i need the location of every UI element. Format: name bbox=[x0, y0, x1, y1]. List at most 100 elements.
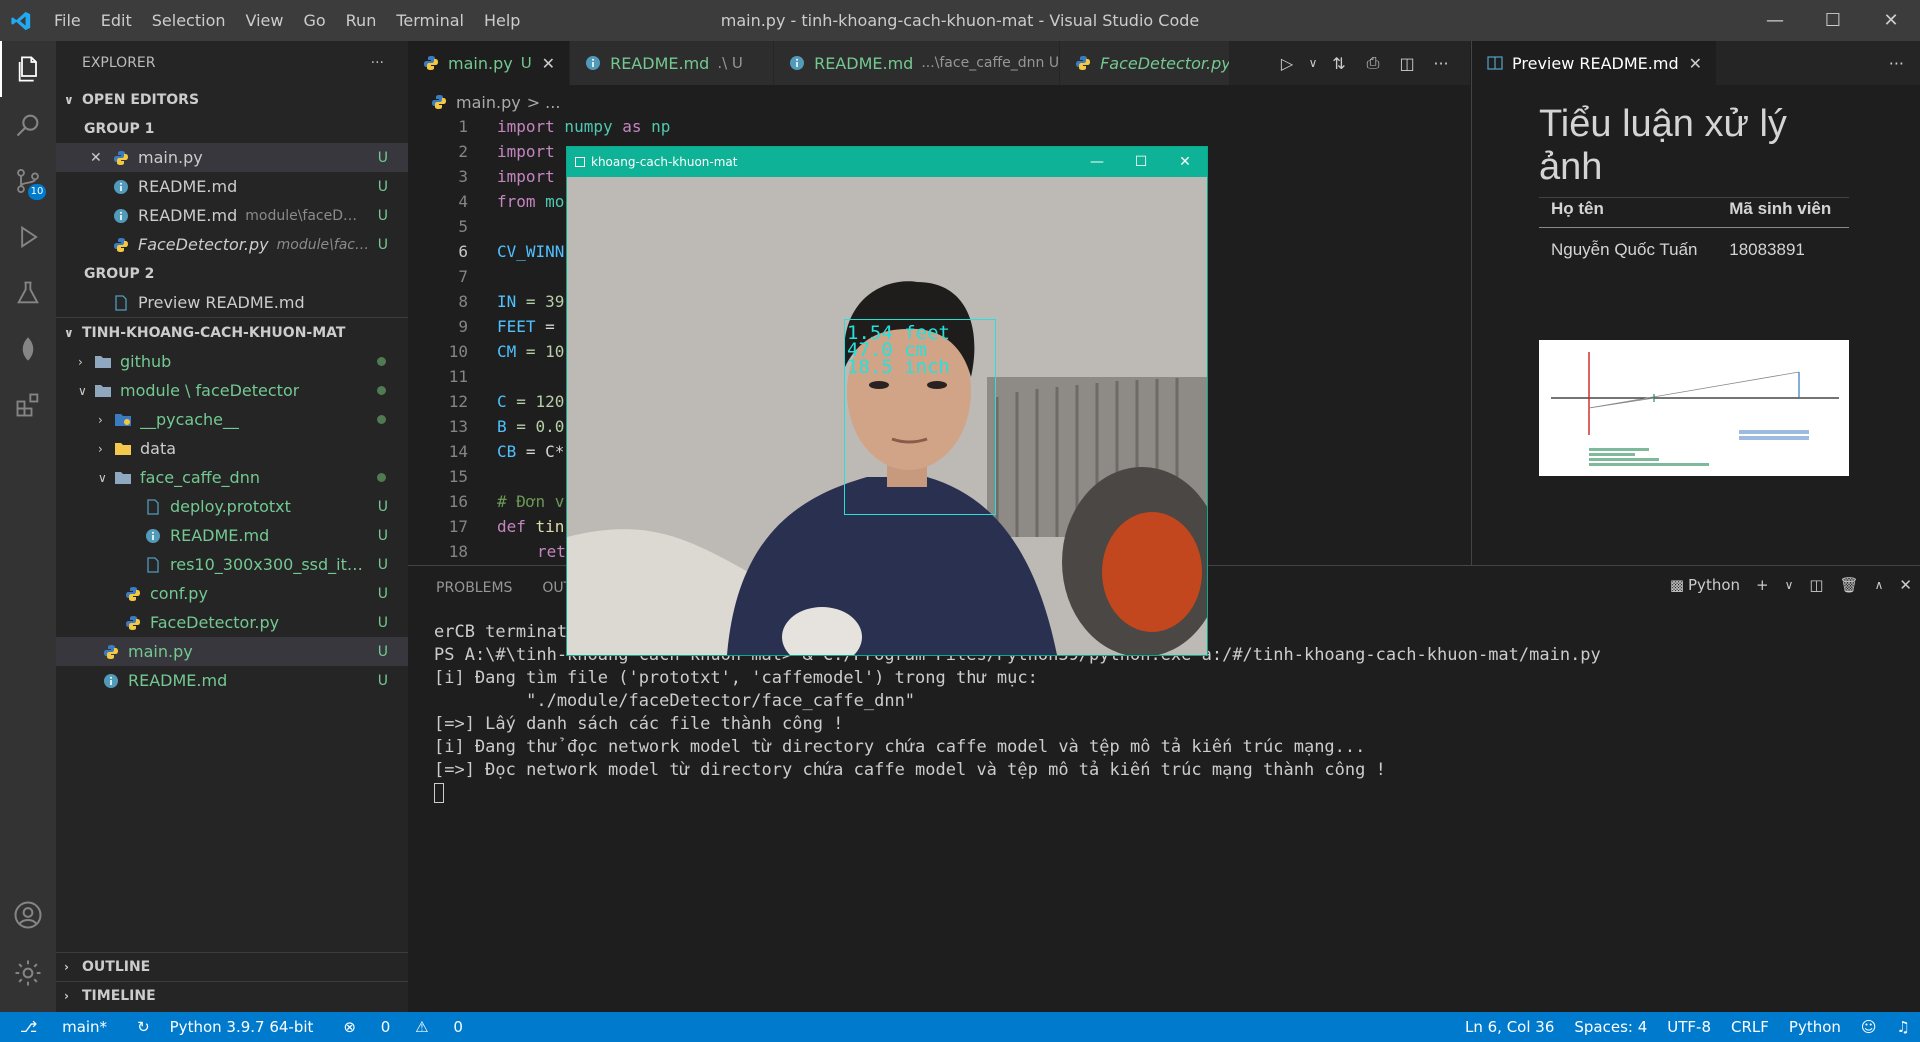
feedback-icon[interactable]: ☺ bbox=[1851, 1018, 1887, 1036]
new-terminal-icon[interactable]: + bbox=[1756, 576, 1769, 594]
tab-readme-dnn[interactable]: README.md ...\face_caffe_dnn U bbox=[774, 41, 1061, 85]
menu-terminal[interactable]: Terminal bbox=[386, 11, 474, 30]
close-window-button[interactable]: ✕ bbox=[1862, 0, 1920, 41]
python-file-icon bbox=[112, 149, 130, 167]
tree-file-deploy-prototxt[interactable]: deploy.prototxt U bbox=[56, 492, 408, 521]
close-icon[interactable]: ✕ bbox=[1689, 54, 1702, 73]
menu-go[interactable]: Go bbox=[293, 11, 335, 30]
line-number: 9 bbox=[458, 317, 468, 336]
language-mode[interactable]: Python bbox=[1779, 1018, 1851, 1036]
open-editor-preview[interactable]: Preview README.md bbox=[56, 288, 408, 317]
minimize-button[interactable]: — bbox=[1075, 147, 1119, 177]
extensions-icon[interactable] bbox=[0, 377, 56, 433]
terminal-icon: ▩ bbox=[1669, 576, 1685, 594]
tab-facedetector[interactable]: FaceDetector.py U bbox=[1060, 41, 1231, 85]
chevron-down-icon[interactable]: ∨ bbox=[1785, 578, 1794, 592]
settings-gear-icon[interactable] bbox=[0, 945, 56, 1001]
open-editor-facedetector[interactable]: FaceDetector.py module\face... U bbox=[56, 230, 408, 259]
opencv-window[interactable]: khoang-cach-khuon-mat — ☐ ✕ 1.54 feet 47… bbox=[566, 146, 1208, 656]
menu-file[interactable]: File bbox=[44, 11, 91, 30]
tree-folder-pycache[interactable]: › __pycache__ bbox=[56, 405, 408, 434]
project-section[interactable]: ∨ TINH-KHOANG-CACH-KHUON-MAT bbox=[56, 318, 408, 347]
branch-status[interactable]: ⎇ main* bbox=[0, 1018, 127, 1036]
open-editor-readme-module[interactable]: README.md module\faceDet... U bbox=[56, 201, 408, 230]
line-number: 16 bbox=[448, 492, 468, 511]
menu-selection[interactable]: Selection bbox=[142, 11, 236, 30]
close-window-button[interactable]: ✕ bbox=[1163, 147, 1207, 177]
python-file-icon bbox=[102, 643, 120, 661]
more-actions-icon[interactable]: ··· bbox=[371, 55, 384, 71]
end-of-line[interactable]: CRLF bbox=[1721, 1018, 1779, 1036]
warning-count: 0 bbox=[453, 1018, 463, 1036]
python-interpreter[interactable]: Python 3.9.7 64-bit bbox=[160, 1018, 324, 1036]
tree-file-conf-py[interactable]: conf.py U bbox=[56, 579, 408, 608]
run-icon[interactable]: ▷ bbox=[1270, 54, 1304, 73]
open-editors-label: OPEN EDITORS bbox=[82, 91, 200, 108]
untracked-badge: U bbox=[377, 236, 388, 253]
code-line: import bbox=[497, 167, 555, 186]
trash-icon[interactable]: 🗑 bbox=[1840, 576, 1859, 594]
split-editor-icon[interactable]: ◫ bbox=[1390, 54, 1424, 73]
tree-folder-module[interactable]: ∨ module \ faceDetector bbox=[56, 376, 408, 405]
close-icon[interactable]: ✕ bbox=[90, 150, 112, 166]
chevron-down-icon: ∨ bbox=[78, 383, 87, 398]
activity-bar: 10 bbox=[0, 41, 56, 1012]
tree-file-caffemodel[interactable]: res10_300x300_ssd_iter_... U bbox=[56, 550, 408, 579]
tab-readme[interactable]: README.md .\ U bbox=[570, 41, 775, 85]
minimize-button[interactable]: — bbox=[1746, 0, 1804, 41]
source-control-icon[interactable]: 10 bbox=[0, 153, 56, 209]
open-preview-icon[interactable]: ⎙ bbox=[1356, 53, 1390, 73]
encoding[interactable]: UTF-8 bbox=[1657, 1018, 1721, 1036]
accounts-icon[interactable] bbox=[0, 887, 56, 943]
leaf-extension-icon[interactable] bbox=[0, 321, 56, 377]
more-actions-icon[interactable]: ··· bbox=[1889, 54, 1904, 73]
menu-run[interactable]: Run bbox=[336, 11, 387, 30]
terminal-shell-label[interactable]: Python bbox=[1688, 576, 1740, 594]
tree-label: conf.py bbox=[150, 584, 208, 603]
menu-edit[interactable]: Edit bbox=[91, 11, 142, 30]
explorer-icon[interactable] bbox=[0, 41, 56, 97]
close-panel-icon[interactable]: ✕ bbox=[1899, 576, 1912, 594]
menu-view[interactable]: View bbox=[236, 11, 294, 30]
tree-file-readme-dnn[interactable]: README.md U bbox=[56, 521, 408, 550]
opencv-titlebar[interactable]: khoang-cach-khuon-mat — ☐ ✕ bbox=[567, 147, 1207, 177]
run-debug-icon[interactable] bbox=[0, 209, 56, 265]
tree-folder-face-caffe-dnn[interactable]: ∨ face_caffe_dnn bbox=[56, 463, 408, 492]
split-terminal-icon[interactable]: ◫ bbox=[1809, 576, 1823, 594]
explorer-title: EXPLORER bbox=[82, 55, 156, 71]
tree-folder-github[interactable]: › github bbox=[56, 347, 408, 376]
more-actions-icon[interactable]: ··· bbox=[1424, 54, 1458, 73]
status-bar: ⎇ main* ↻ Python 3.9.7 64-bit ⊗ 0 ⚠ 0 Ln… bbox=[0, 1012, 1920, 1042]
indentation[interactable]: Spaces: 4 bbox=[1564, 1018, 1657, 1036]
tab-preview-readme[interactable]: Preview README.md ✕ bbox=[1472, 41, 1717, 85]
menu-help[interactable]: Help bbox=[474, 11, 530, 30]
compare-changes-icon[interactable]: ⇅ bbox=[1322, 54, 1356, 73]
outline-section[interactable]: › OUTLINE bbox=[56, 952, 408, 981]
tree-file-readme-root[interactable]: README.md U bbox=[56, 666, 408, 695]
breadcrumb-file[interactable]: main.py bbox=[456, 93, 521, 112]
open-editors-section[interactable]: ∨ OPEN EDITORS bbox=[56, 85, 408, 114]
line-number: 10 bbox=[448, 342, 468, 361]
close-icon[interactable]: ✕ bbox=[542, 54, 555, 73]
search-icon[interactable] bbox=[0, 97, 56, 153]
maximize-panel-icon[interactable]: ∧ bbox=[1875, 578, 1884, 592]
open-editor-main-py[interactable]: ✕ main.py U bbox=[56, 143, 408, 172]
cursor-position[interactable]: Ln 6, Col 36 bbox=[1455, 1018, 1564, 1036]
maximize-button[interactable]: ☐ bbox=[1804, 0, 1862, 41]
untracked-badge: U bbox=[377, 585, 388, 602]
tab-problems[interactable]: PROBLEMS bbox=[436, 580, 512, 596]
tree-file-main-py[interactable]: main.py U bbox=[56, 637, 408, 666]
timeline-section[interactable]: › TIMELINE bbox=[56, 981, 408, 1010]
tab-main-py[interactable]: main.py U ✕ bbox=[408, 41, 571, 85]
maximize-button[interactable]: ☐ bbox=[1119, 147, 1163, 177]
tree-file-facedetector-py[interactable]: FaceDetector.py U bbox=[56, 608, 408, 637]
problems-status[interactable]: ⊗ 0 ⚠ 0 bbox=[323, 1018, 482, 1036]
notifications-bell-icon[interactable]: ♫ bbox=[1887, 1018, 1920, 1036]
sync-icon[interactable]: ↻ bbox=[127, 1018, 160, 1036]
tab-label: README.md bbox=[610, 53, 710, 73]
testing-icon[interactable] bbox=[0, 265, 56, 321]
open-editor-readme[interactable]: README.md U bbox=[56, 172, 408, 201]
breadcrumb-rest[interactable]: > ... bbox=[527, 93, 561, 112]
chevron-down-icon[interactable]: ∨ bbox=[1304, 56, 1322, 70]
tree-folder-data[interactable]: › data bbox=[56, 434, 408, 463]
